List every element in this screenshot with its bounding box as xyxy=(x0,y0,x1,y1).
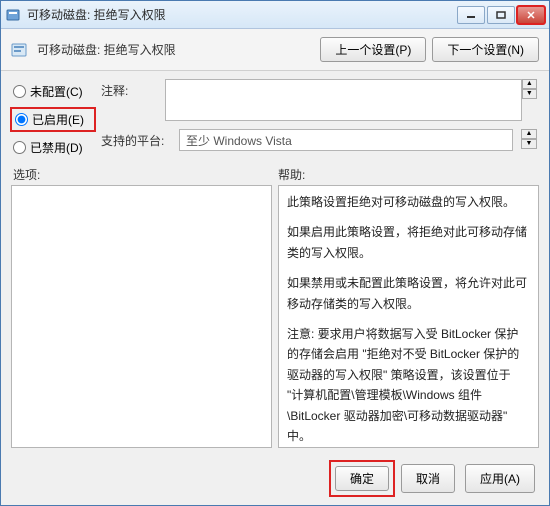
header-row: 可移动磁盘: 拒绝写入权限 上一个设置(P) 下一个设置(N) xyxy=(1,29,549,71)
help-label: 帮助: xyxy=(272,166,537,183)
minimize-button[interactable] xyxy=(457,6,485,24)
comment-spin: ▲ ▼ xyxy=(522,79,537,121)
cancel-button[interactable]: 取消 xyxy=(401,464,455,493)
platform-value: 至少 Windows Vista xyxy=(179,129,513,151)
radio-not-configured-label: 未配置(C) xyxy=(30,83,83,100)
spin-up-icon[interactable]: ▲ xyxy=(522,79,537,89)
state-radio-group: 未配置(C) 已启用(E) 已禁用(D) xyxy=(13,79,93,156)
prev-setting-button[interactable]: 上一个设置(P) xyxy=(320,37,426,62)
spin-down-icon[interactable]: ▼ xyxy=(522,89,537,99)
window-controls xyxy=(457,6,545,24)
help-paragraph: 注意: 要求用户将数据写入受 BitLocker 保护的存储会启用 "拒绝对不受… xyxy=(287,324,530,446)
help-panel: 此策略设置拒绝对可移动磁盘的写入权限。如果启用此策略设置，将拒绝对此可移动存储类… xyxy=(278,185,539,448)
platform-row: 支持的平台: 至少 Windows Vista ▲ ▼ xyxy=(101,129,537,151)
spin-down-icon[interactable]: ▼ xyxy=(521,139,537,149)
dialog-window: 可移动磁盘: 拒绝写入权限 可移动磁盘: 拒绝写入权限 上一个设置(P) 下一个… xyxy=(0,0,550,506)
app-icon xyxy=(5,7,21,23)
footer: 确定 取消 应用(A) xyxy=(1,456,549,505)
options-label: 选项: xyxy=(13,166,272,183)
panel-labels: 选项: 帮助: xyxy=(1,160,549,185)
next-setting-button[interactable]: 下一个设置(N) xyxy=(432,37,539,62)
config-area: 未配置(C) 已启用(E) 已禁用(D) 注释: ▲ ▼ xyxy=(1,71,549,160)
comment-row: 注释: ▲ ▼ xyxy=(101,79,537,121)
radio-not-configured-input[interactable] xyxy=(13,85,26,98)
header-title: 可移动磁盘: 拒绝写入权限 xyxy=(37,41,320,58)
comment-input[interactable] xyxy=(165,79,522,121)
help-paragraph: 此策略设置拒绝对可移动磁盘的写入权限。 xyxy=(287,192,530,212)
nav-buttons: 上一个设置(P) 下一个设置(N) xyxy=(320,37,539,62)
window-title: 可移动磁盘: 拒绝写入权限 xyxy=(27,6,457,23)
platform-label: 支持的平台: xyxy=(101,129,171,149)
close-button[interactable] xyxy=(517,6,545,24)
options-panel xyxy=(11,185,272,448)
radio-enabled-label: 已启用(E) xyxy=(32,111,84,128)
apply-button[interactable]: 应用(A) xyxy=(465,464,535,493)
ok-button[interactable]: 确定 xyxy=(335,466,389,491)
maximize-button[interactable] xyxy=(487,6,515,24)
radio-disabled[interactable]: 已禁用(D) xyxy=(13,139,93,156)
spin-up-icon[interactable]: ▲ xyxy=(521,129,537,139)
radio-not-configured[interactable]: 未配置(C) xyxy=(13,83,93,100)
radio-enabled-input[interactable] xyxy=(15,113,28,126)
platform-spin: ▲ ▼ xyxy=(521,129,537,149)
radio-enabled[interactable]: 已启用(E) xyxy=(13,110,93,129)
radio-disabled-input[interactable] xyxy=(13,141,26,154)
comment-label: 注释: xyxy=(101,79,157,99)
panels-row: 此策略设置拒绝对可移动磁盘的写入权限。如果启用此策略设置，将拒绝对此可移动存储类… xyxy=(1,185,549,456)
radio-disabled-label: 已禁用(D) xyxy=(30,139,83,156)
policy-icon xyxy=(11,42,31,58)
fields-column: 注释: ▲ ▼ 支持的平台: 至少 Windows Vista ▲ ▼ xyxy=(101,79,537,156)
help-paragraph: 如果启用此策略设置，将拒绝对此可移动存储类的写入权限。 xyxy=(287,222,530,263)
titlebar: 可移动磁盘: 拒绝写入权限 xyxy=(1,1,549,29)
help-paragraph: 如果禁用或未配置此策略设置，将允许对此可移动存储类的写入权限。 xyxy=(287,273,530,314)
